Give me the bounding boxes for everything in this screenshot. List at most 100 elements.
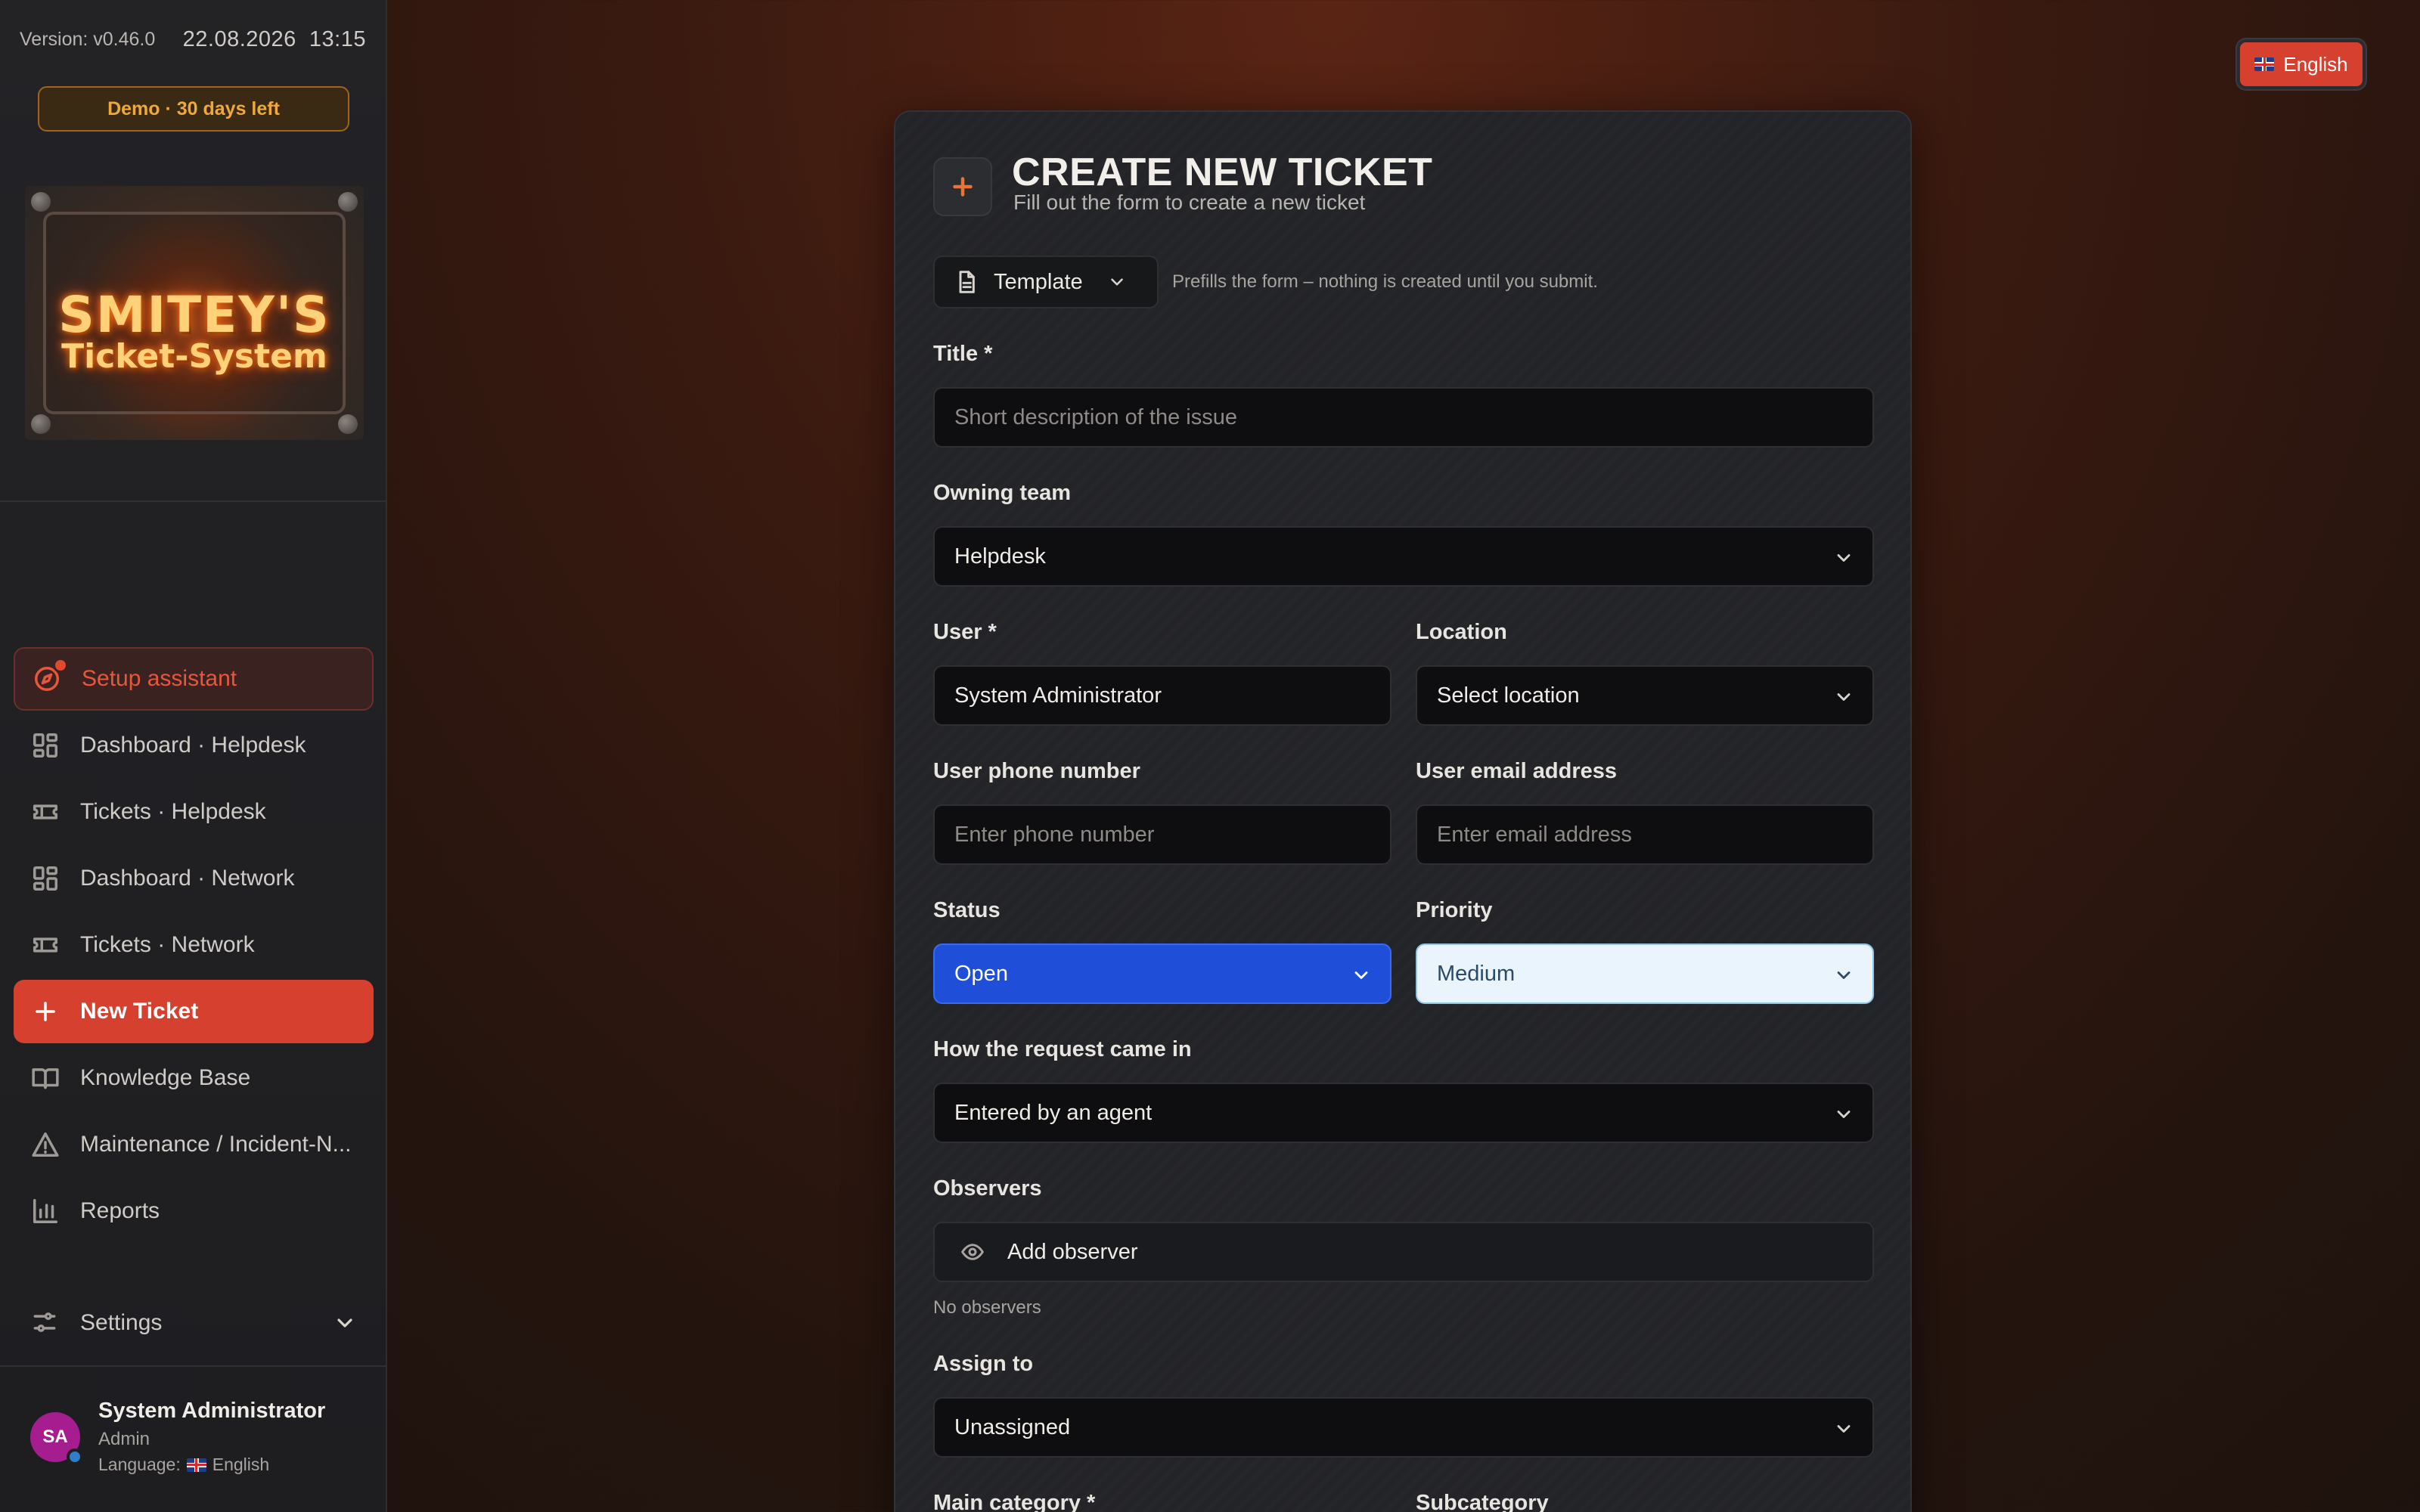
- app-logo[interactable]: SMITEY'S Ticket-System: [25, 186, 364, 440]
- title-input[interactable]: Short description of the issue: [933, 387, 1874, 448]
- sidebar-item-knowledge-base[interactable]: Knowledge Base: [14, 1046, 374, 1110]
- chevron-down-icon: [333, 1311, 357, 1335]
- channel-label: How the request came in: [933, 1037, 1192, 1061]
- sidebar: Version: v0.46.0 22.08.2026 13:15 Demo ·…: [0, 0, 387, 1512]
- email-input[interactable]: Enter email address: [1416, 804, 1874, 865]
- user-input[interactable]: System Administrator: [933, 665, 1392, 726]
- sidebar-item-new-ticket[interactable]: New Ticket: [14, 980, 374, 1043]
- user-name: System Administrator: [98, 1399, 326, 1423]
- bar-chart-icon: [30, 1196, 60, 1226]
- dashboard-icon: [30, 730, 60, 761]
- sidebar-item-setup-assistant[interactable]: Setup assistant: [14, 647, 374, 711]
- assign-select[interactable]: Unassigned: [933, 1397, 1874, 1458]
- priority-select[interactable]: Medium: [1416, 943, 1874, 1004]
- template-row: Template Prefills the form – nothing is …: [933, 256, 1598, 308]
- sidebar-item-label: Maintenance / Incident-N...: [80, 1132, 352, 1157]
- rivet-icon: [31, 414, 51, 434]
- chevron-down-icon: [1351, 965, 1372, 986]
- demo-badge[interactable]: Demo · 30 days left: [38, 86, 349, 132]
- ticket-icon: [30, 797, 60, 827]
- sidebar-item-settings[interactable]: Settings: [14, 1291, 374, 1355]
- sidebar-nav: Setup assistant Dashboard · Helpdesk Tic…: [14, 647, 374, 1246]
- date-label: 22.08.2026: [182, 27, 296, 51]
- owning-team-value: Helpdesk: [954, 544, 1046, 569]
- logo-text-line1: SMITEY'S: [58, 286, 330, 344]
- owning-team-label: Owning team: [933, 481, 1072, 505]
- time-label: 13:15: [309, 27, 366, 51]
- avatar[interactable]: SA: [30, 1412, 83, 1465]
- template-label: Template: [994, 269, 1083, 294]
- ticket-icon: [30, 930, 60, 960]
- plus-icon: [30, 996, 60, 1027]
- location-value: Select location: [1437, 683, 1580, 708]
- sidebar-item-label: Dashboard · Helpdesk: [80, 733, 306, 758]
- divider: [0, 1365, 386, 1367]
- user-label: User *: [933, 620, 997, 644]
- chevron-down-icon: [1833, 1418, 1854, 1439]
- sidebar-item-maintenance[interactable]: Maintenance / Incident-N...: [14, 1113, 374, 1176]
- chevron-down-icon: [1833, 686, 1854, 708]
- user-language: Language: English: [98, 1455, 269, 1475]
- sidebar-item-dashboard-helpdesk[interactable]: Dashboard · Helpdesk: [14, 714, 374, 777]
- sidebar-item-label: Setup assistant: [82, 666, 237, 691]
- sidebar-item-label: Knowledge Base: [80, 1065, 251, 1090]
- assign-value: Unassigned: [954, 1414, 1071, 1439]
- sidebar-item-tickets-network[interactable]: Tickets · Network: [14, 913, 374, 977]
- compass-icon: [32, 658, 68, 694]
- datetime: 22.08.2026 13:15: [183, 27, 366, 52]
- notification-dot: [53, 658, 68, 673]
- sidebar-item-tickets-helpdesk[interactable]: Tickets · Helpdesk: [14, 780, 374, 844]
- sidebar-item-dashboard-network[interactable]: Dashboard · Network: [14, 847, 374, 910]
- status-label: Status: [933, 898, 1001, 922]
- language-switcher-button[interactable]: English: [2237, 39, 2366, 89]
- sidebar-item-label: Reports: [80, 1198, 160, 1223]
- chevron-down-icon: [1833, 547, 1854, 569]
- book-icon: [30, 1063, 60, 1093]
- add-observer-button[interactable]: Add observer: [933, 1222, 1874, 1282]
- page-title: CREATE NEW TICKET: [1012, 150, 1433, 194]
- divider: [0, 500, 386, 502]
- rivet-icon: [338, 414, 358, 434]
- phone-label: User phone number: [933, 759, 1140, 783]
- sliders-icon: [30, 1308, 60, 1338]
- location-label: Location: [1416, 620, 1507, 644]
- status-value: Open: [954, 961, 1008, 986]
- uk-flag-icon: [186, 1458, 206, 1472]
- chevron-down-icon: [1833, 965, 1854, 986]
- language-label: Language:: [98, 1455, 181, 1474]
- sidebar-item-reports[interactable]: Reports: [14, 1179, 374, 1243]
- owning-team-select[interactable]: Helpdesk: [933, 526, 1874, 587]
- create-ticket-form: CREATE NEW TICKET Fill out the form to c…: [894, 110, 1912, 1512]
- rivet-icon: [31, 192, 51, 212]
- sidebar-item-label: New Ticket: [80, 999, 199, 1024]
- channel-value: Entered by an agent: [954, 1100, 1153, 1125]
- avatar-initials: SA: [42, 1427, 68, 1447]
- dashboard-icon: [30, 863, 60, 894]
- rivet-icon: [338, 192, 358, 212]
- template-hint: Prefills the form – nothing is created u…: [1172, 271, 1598, 292]
- email-label: User email address: [1416, 759, 1617, 783]
- sidebar-header: Version: v0.46.0 22.08.2026 13:15: [20, 27, 366, 52]
- document-icon: [959, 271, 975, 293]
- main-category-label: Main category *: [933, 1491, 1096, 1512]
- template-dropdown-button[interactable]: Template: [933, 256, 1159, 308]
- user-profile[interactable]: SA System Administrator Admin Language: …: [30, 1396, 371, 1486]
- status-select[interactable]: Open: [933, 943, 1392, 1004]
- observers-label: Observers: [933, 1176, 1042, 1201]
- language-button-label: English: [2283, 52, 2348, 76]
- priority-value: Medium: [1437, 961, 1516, 986]
- eye-icon: [960, 1244, 985, 1260]
- priority-label: Priority: [1416, 898, 1493, 922]
- phone-input[interactable]: Enter phone number: [933, 804, 1392, 865]
- channel-select[interactable]: Entered by an agent: [933, 1083, 1874, 1143]
- sidebar-item-label: Tickets · Network: [80, 932, 255, 957]
- online-status-dot: [67, 1448, 83, 1465]
- logo-text-line2: Ticket-System: [61, 337, 327, 376]
- chevron-down-icon: [1833, 1104, 1854, 1125]
- page-subtitle: Fill out the form to create a new ticket: [1013, 191, 1366, 214]
- location-select[interactable]: Select location: [1416, 665, 1874, 726]
- version-label: Version: v0.46.0: [20, 29, 156, 50]
- settings-label: Settings: [80, 1310, 163, 1335]
- assign-label: Assign to: [933, 1352, 1034, 1376]
- language-value: English: [212, 1455, 270, 1474]
